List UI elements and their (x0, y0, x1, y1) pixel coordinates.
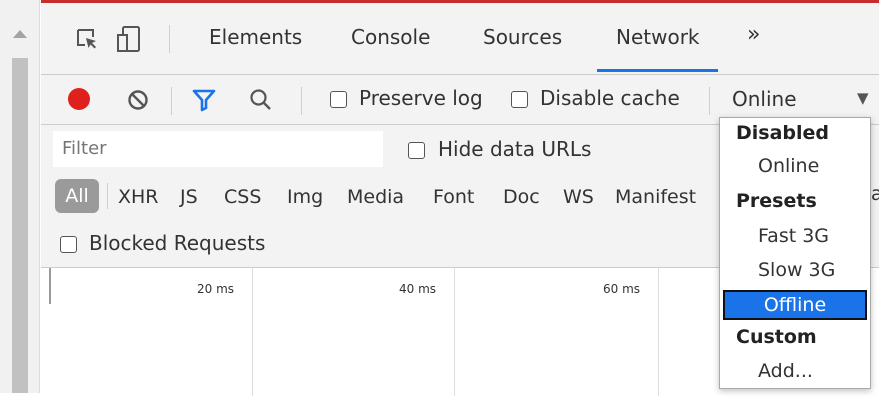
preserve-log-label[interactable]: Preserve log (359, 86, 483, 110)
menu-item-add[interactable]: Add... (758, 360, 813, 382)
toolbar-separator (709, 87, 710, 115)
type-filter-css[interactable]: CSS (224, 186, 261, 208)
timeline-tick-label: 20 ms (197, 282, 235, 296)
timeline-tick-label: 40 ms (399, 282, 437, 296)
menu-item-offline[interactable]: Offline (723, 290, 867, 320)
dropdown-arrow-icon: ▼ (857, 89, 869, 107)
type-filter-doc[interactable]: Doc (503, 186, 540, 208)
throttle-select[interactable]: Online ▼ (721, 81, 879, 115)
menu-item-online[interactable]: Online (758, 155, 819, 177)
toolbar-separator (301, 87, 302, 115)
clipped-text-fragment: a (871, 183, 879, 205)
type-filter-all[interactable]: All (55, 179, 99, 213)
type-filter-font[interactable]: Font (433, 186, 474, 208)
blocked-requests-label[interactable]: Blocked Requests (89, 231, 265, 255)
filter-input[interactable]: Filter (53, 131, 383, 167)
menu-item-slow-3g[interactable]: Slow 3G (758, 259, 835, 281)
menu-item-fast-3g[interactable]: Fast 3G (758, 225, 829, 247)
type-filter-js[interactable]: JS (180, 186, 198, 208)
scroll-up-arrow-icon[interactable] (13, 30, 27, 38)
filter-placeholder: Filter (62, 138, 107, 159)
scroll-thumb[interactable] (12, 58, 28, 393)
menu-group-presets: Presets (736, 190, 817, 212)
menu-item-offline-label: Offline (763, 294, 827, 316)
devtools-tab-bar: Elements Console Sources Network » (41, 3, 879, 75)
active-tab-indicator (597, 69, 718, 72)
type-filter-img[interactable]: Img (287, 186, 323, 208)
disable-cache-checkbox[interactable] (511, 91, 528, 108)
blocked-requests-checkbox[interactable] (60, 236, 77, 253)
tab-network[interactable]: Network (616, 25, 700, 49)
timeline-gridline (454, 268, 455, 396)
menu-group-custom: Custom (736, 326, 817, 348)
type-filter-manifest[interactable]: Manifest (615, 186, 696, 208)
more-tabs-icon[interactable]: » (747, 22, 760, 47)
page-scrollbar[interactable] (0, 0, 40, 393)
timeline-gridline (252, 268, 253, 396)
type-filter-ws[interactable]: WS (563, 186, 594, 208)
menu-group-disabled: Disabled (736, 122, 830, 144)
type-filter-xhr[interactable]: XHR (118, 186, 159, 208)
tab-separator (169, 25, 170, 53)
preserve-log-checkbox[interactable] (330, 91, 347, 108)
tab-elements[interactable]: Elements (209, 25, 302, 49)
timeline-tick-label: 60 ms (603, 282, 641, 296)
disable-cache-label[interactable]: Disable cache (540, 86, 680, 110)
tab-console[interactable]: Console (351, 25, 430, 49)
type-filter-separator (107, 183, 108, 209)
throttle-dropdown-menu: Disabled Online Presets Fast 3G Slow 3G … (719, 117, 871, 389)
throttle-select-value: Online (732, 87, 797, 111)
tab-sources[interactable]: Sources (483, 25, 562, 49)
hide-data-urls-label[interactable]: Hide data URLs (438, 137, 591, 161)
hide-data-urls-checkbox[interactable] (408, 142, 425, 159)
type-filter-media[interactable]: Media (347, 186, 404, 208)
timeline-gridline (658, 268, 659, 396)
timeline-start-marker (49, 268, 51, 304)
toolbar-separator (171, 87, 172, 115)
